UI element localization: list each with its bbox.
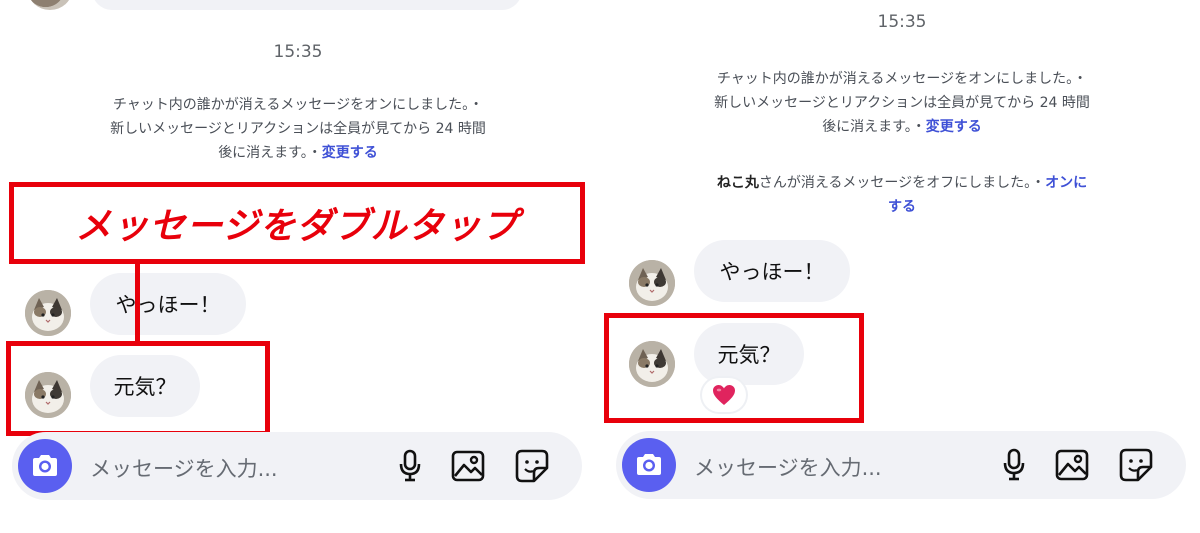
system-notice-text: 後に消えます。・ [218,145,322,161]
system-notice: チャット内の誰かが消えるメッセージをオンにしました。・ 新しいメッセージとリアク… [60,93,536,165]
avatar [28,0,72,10]
message-bubble[interactable] [92,0,522,10]
system-notice-line: チャット内の誰かが消えるメッセージをオンにしました。・ [716,71,1088,87]
change-link[interactable]: 変更する [322,145,378,161]
camera-button[interactable] [18,439,72,493]
left-chat-panel: 15:35 チャット内の誰かが消えるメッセージをオンにしました。・ 新しいメッセ… [0,0,596,533]
message-input[interactable]: メッセージを入力... [90,453,278,483]
highlight-box [604,313,864,423]
system-notice-disabled: ねこ丸さんが消えるメッセージをオフにしました。・オンに する [664,171,1140,219]
camera-icon [33,455,57,476]
right-chat-panel: 15:35 チャット内の誰かが消えるメッセージをオンにしました。・ 新しいメッセ… [604,0,1200,533]
turn-on-link[interactable]: する [888,199,916,215]
user-name: ねこ丸 [716,175,759,191]
gallery-button[interactable] [450,447,486,485]
camera-button[interactable] [622,438,676,492]
sticker-icon [1119,448,1153,482]
highlight-box [6,341,270,436]
callout-box: メッセージをダブルタップ [9,182,585,264]
message-input[interactable]: メッセージを入力... [694,452,882,482]
microphone-icon [399,449,421,482]
message-bubble[interactable]: やっほー！ [90,273,246,335]
system-notice-line: ねこ丸さんが消えるメッセージをオフにしました。・オンに [664,171,1140,195]
avatar[interactable] [25,290,71,336]
callout-text: メッセージをダブルタップ [75,206,519,247]
system-notice-line: 新しいメッセージとリアクションは全員が見てから 24 時間 [714,95,1090,111]
image-icon [1055,449,1089,481]
gallery-button[interactable] [1054,446,1090,484]
sticker-button[interactable] [514,447,550,485]
message-bubble[interactable]: やっほー！ [694,240,850,302]
sticker-icon [515,449,549,483]
mic-button[interactable] [392,447,428,485]
message-composer: メッセージを入力... [616,431,1186,499]
system-notice-line: 後に消えます。・変更する [664,115,1140,139]
timestamp: 15:35 [877,12,927,32]
avatar[interactable] [629,260,675,306]
camera-icon [637,454,661,475]
timestamp: 15:35 [273,42,323,62]
change-link[interactable]: 変更する [926,119,982,135]
sticker-button[interactable] [1118,446,1154,484]
system-notice-line: する [664,195,1140,219]
message-composer: メッセージを入力... [12,432,582,500]
callout-connector [135,264,140,344]
system-notice-line: 後に消えます。・変更する [60,141,536,165]
system-notice-line: 新しいメッセージとリアクションは全員が見てから 24 時間 [110,121,486,137]
system-notice-text: さんが消えるメッセージをオフにしました。・ [758,175,1046,191]
system-notice: チャット内の誰かが消えるメッセージをオンにしました。・ 新しいメッセージとリアク… [664,67,1140,139]
mic-button[interactable] [996,446,1032,484]
image-icon [451,450,485,482]
turn-on-link[interactable]: オンに [1045,175,1087,191]
microphone-icon [1003,448,1025,481]
system-notice-text: 後に消えます。・ [822,119,926,135]
system-notice-line: チャット内の誰かが消えるメッセージをオンにしました。・ [112,97,484,113]
